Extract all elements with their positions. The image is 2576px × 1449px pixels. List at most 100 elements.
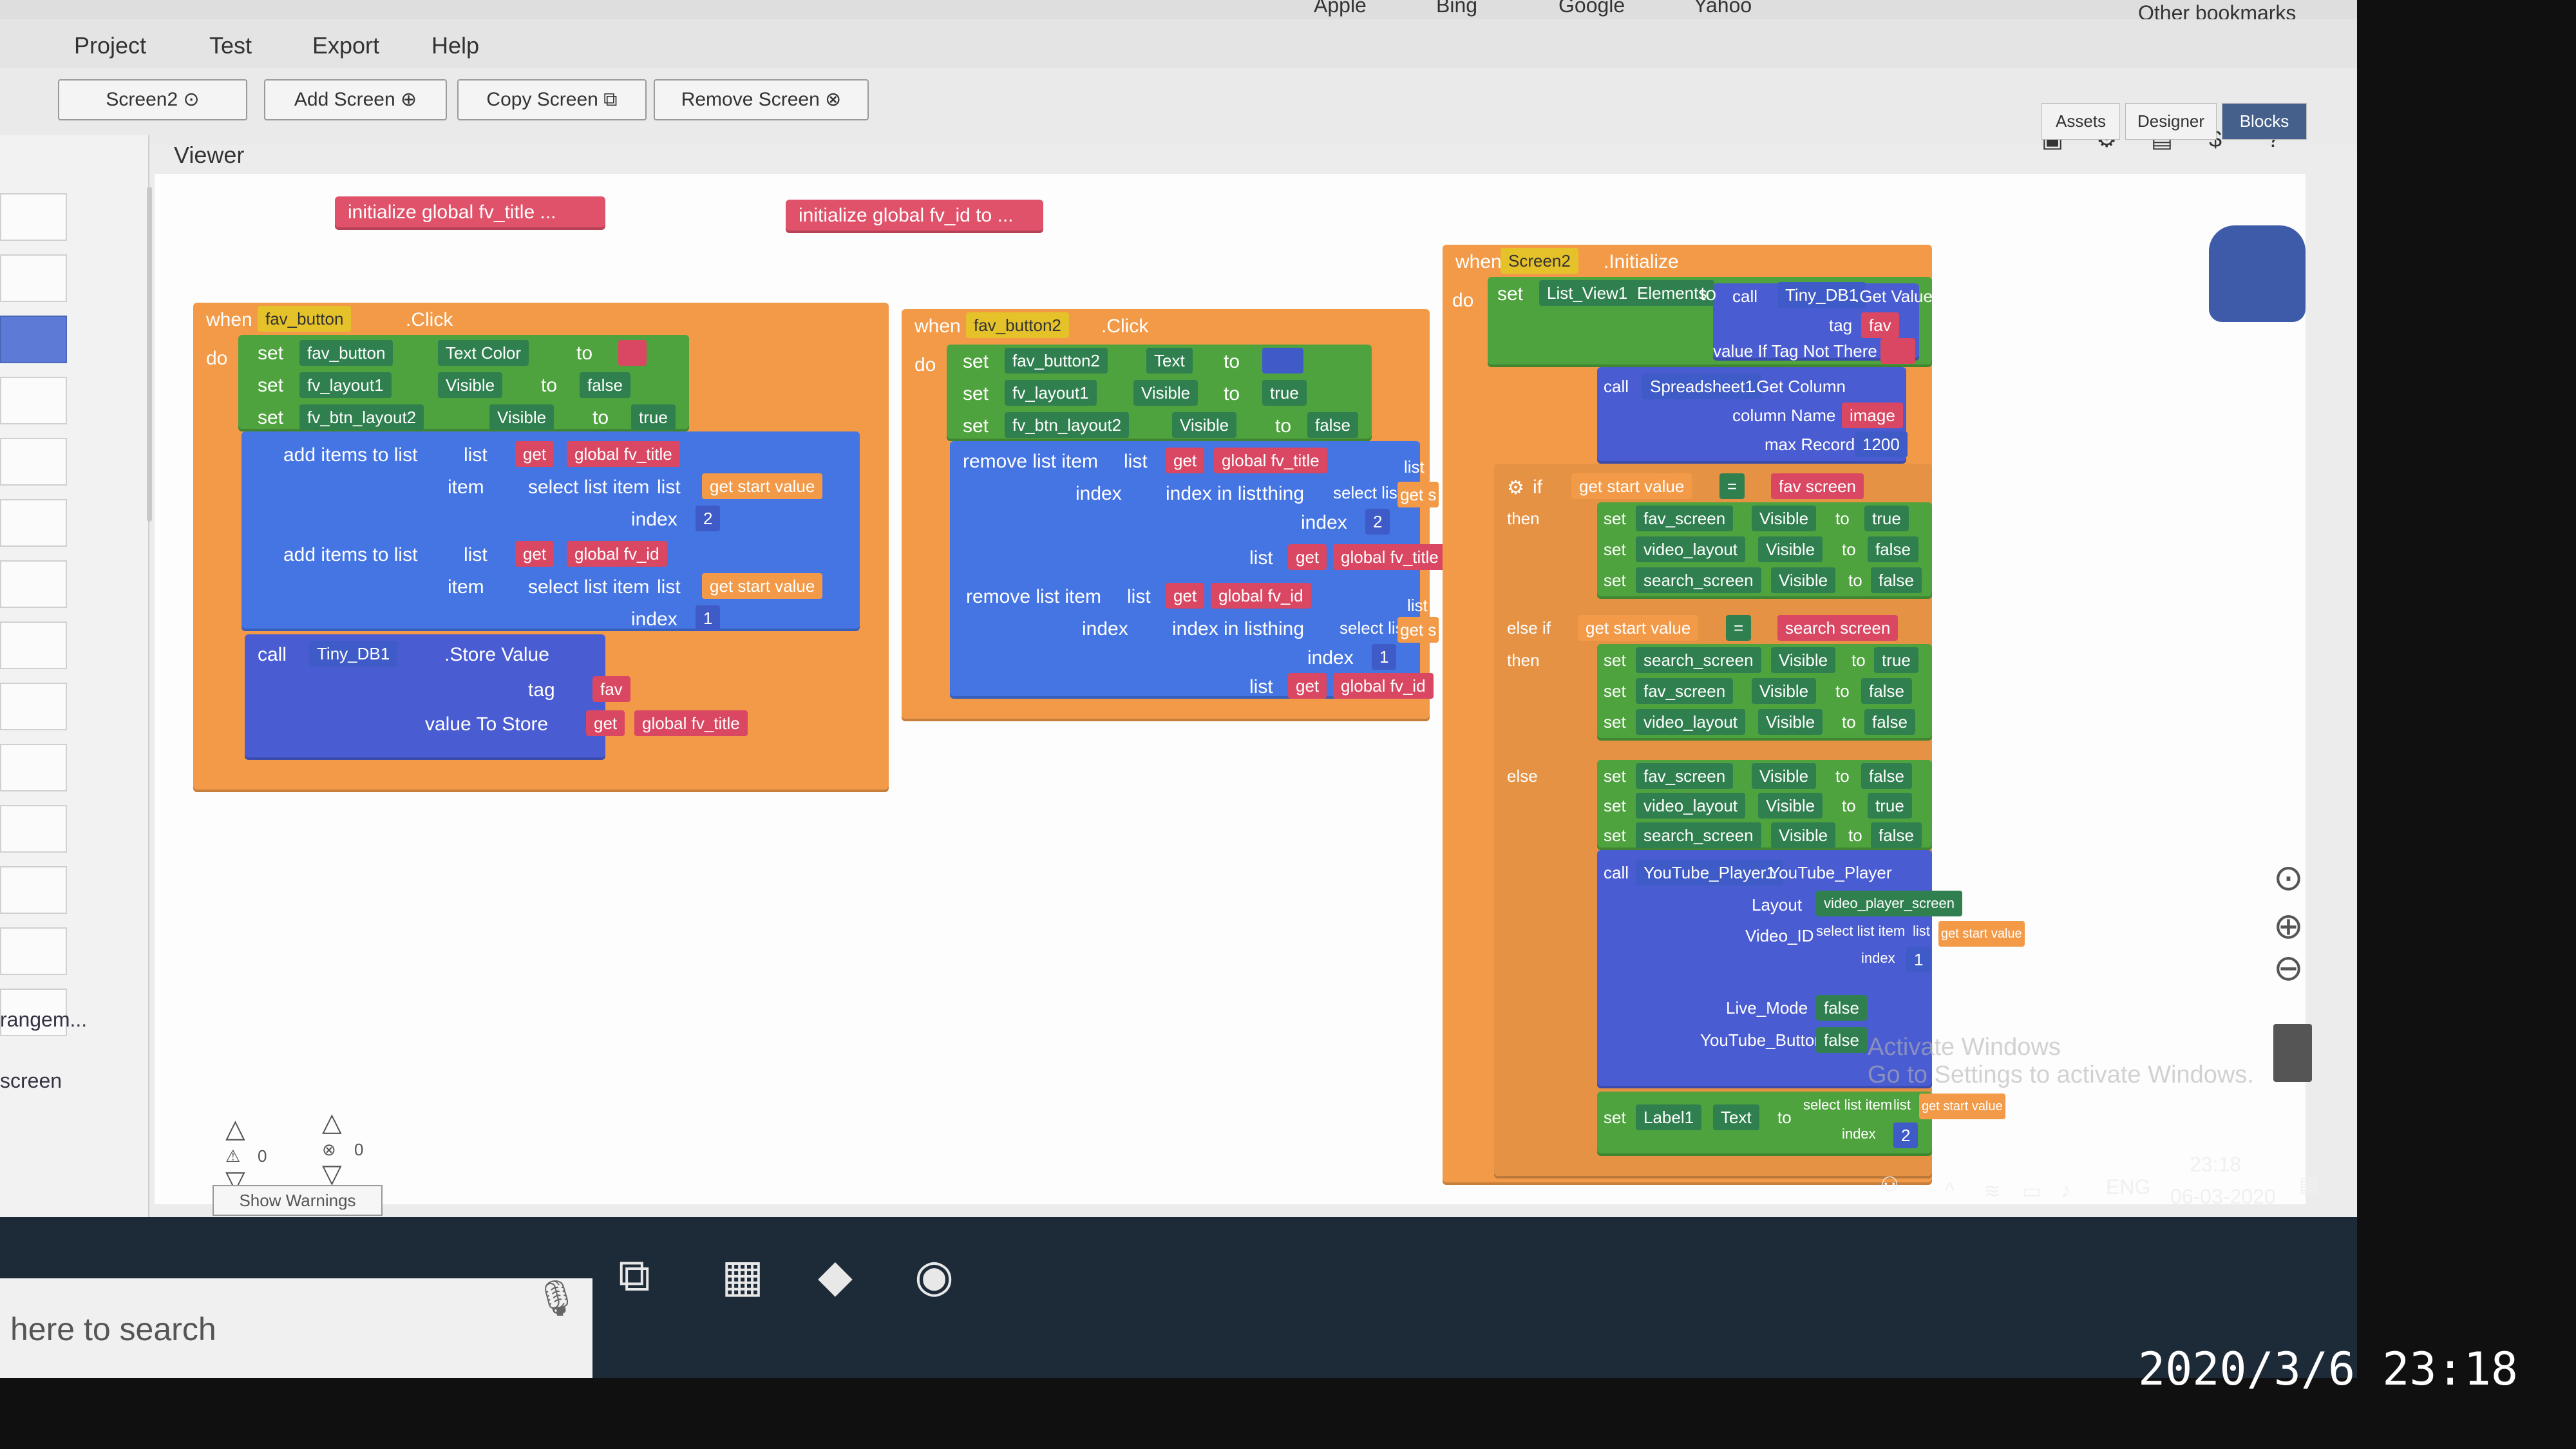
property-dropdown[interactable]: Visible bbox=[1771, 822, 1836, 848]
procedure-call[interactable]: get start value bbox=[1578, 615, 1699, 641]
zoom-in-icon[interactable]: ⊕ bbox=[2273, 905, 2304, 947]
procedure-call[interactable]: get start value bbox=[702, 573, 823, 599]
number-block[interactable]: 1 bbox=[696, 605, 721, 631]
warning-up-icon[interactable]: △ bbox=[225, 1114, 245, 1144]
drawer-item[interactable] bbox=[0, 744, 67, 791]
component-dropdown[interactable]: Spreadsheet1 bbox=[1642, 374, 1762, 399]
zoom-out-icon[interactable]: ⊖ bbox=[2273, 947, 2304, 989]
getter[interactable]: get bbox=[1166, 448, 1205, 473]
property-dropdown[interactable]: Visible bbox=[1752, 763, 1817, 789]
variable-dropdown[interactable]: global fv_title bbox=[634, 710, 748, 736]
component-dropdown[interactable]: fav_button bbox=[258, 306, 352, 332]
component-block[interactable]: video_player_screen bbox=[1816, 891, 1963, 916]
menu-project[interactable]: Project bbox=[74, 32, 146, 59]
boolean-dropdown[interactable]: false bbox=[1868, 536, 1918, 562]
calculator-icon[interactable]: ▦ bbox=[721, 1249, 764, 1302]
bookmark-bing[interactable]: Bing bbox=[1436, 0, 1477, 17]
number-block[interactable]: 2 bbox=[1893, 1122, 1918, 1148]
property-dropdown[interactable]: Visible bbox=[1133, 380, 1198, 406]
component-dropdown[interactable]: fav_screen bbox=[1636, 678, 1734, 704]
text-block[interactable] bbox=[1880, 338, 1915, 364]
boolean-dropdown[interactable]: false bbox=[1864, 709, 1915, 735]
drawer-item[interactable] bbox=[0, 193, 67, 241]
text-block[interactable]: image bbox=[1842, 402, 1903, 428]
property-dropdown[interactable]: Visible bbox=[438, 372, 503, 398]
microphone-icon[interactable]: 🎙 bbox=[535, 1278, 579, 1319]
getter[interactable]: get bbox=[515, 441, 554, 467]
blocks-button[interactable]: Blocks bbox=[2222, 103, 2307, 140]
drawer-item[interactable] bbox=[0, 927, 67, 975]
procedure-call[interactable]: get start value bbox=[1919, 1094, 2005, 1119]
component-dropdown[interactable]: search_screen bbox=[1636, 567, 1761, 593]
battery-icon[interactable]: ▭ bbox=[2022, 1179, 2041, 1203]
drawer-item[interactable] bbox=[0, 683, 67, 730]
text-block[interactable]: fav screen bbox=[1771, 473, 1864, 499]
language-indicator[interactable]: ENG bbox=[2106, 1175, 2150, 1199]
boolean-dropdown[interactable]: false bbox=[1816, 995, 1867, 1021]
component-dropdown[interactable]: fav_button bbox=[299, 340, 393, 366]
boolean-dropdown[interactable]: false bbox=[1861, 763, 1912, 789]
variable-dropdown[interactable]: global fv_id bbox=[1333, 673, 1434, 699]
getter[interactable]: get bbox=[1166, 583, 1205, 609]
component-dropdown[interactable]: Screen2 bbox=[1501, 248, 1578, 274]
component-dropdown[interactable]: video_layout bbox=[1636, 709, 1745, 735]
property-dropdown[interactable]: Text bbox=[1146, 348, 1193, 374]
drawer-scrollbar[interactable] bbox=[147, 187, 152, 522]
drawer-item[interactable] bbox=[0, 621, 67, 669]
procedure-call[interactable]: get start value bbox=[1938, 921, 2025, 947]
menu-export[interactable]: Export bbox=[312, 32, 379, 59]
component-dropdown[interactable]: fav_button2 bbox=[966, 312, 1069, 338]
procedure-call[interactable]: get start value bbox=[1571, 473, 1692, 499]
property-dropdown[interactable]: Visible bbox=[1771, 567, 1836, 593]
component-dropdown[interactable]: video_layout bbox=[1636, 793, 1745, 819]
menu-help[interactable]: Help bbox=[431, 32, 479, 59]
property-dropdown[interactable]: Visible bbox=[1752, 506, 1817, 531]
drawer-item[interactable] bbox=[0, 805, 67, 853]
app-icon[interactable]: ◆ bbox=[818, 1249, 853, 1302]
component-dropdown[interactable]: fv_layout1 bbox=[299, 372, 392, 398]
component-dropdown[interactable]: fav_screen bbox=[1636, 506, 1734, 531]
variable-dropdown[interactable]: global fv_id bbox=[1211, 583, 1311, 609]
component-dropdown[interactable]: List_View1 bbox=[1539, 280, 1636, 306]
component-dropdown[interactable]: fv_layout1 bbox=[1005, 380, 1097, 406]
designer-button[interactable]: Designer bbox=[2125, 103, 2217, 140]
screen-select-button[interactable]: Screen2 ⊙ bbox=[58, 79, 247, 120]
property-dropdown[interactable]: Visible bbox=[1771, 647, 1836, 673]
boolean-dropdown[interactable]: false bbox=[580, 372, 630, 398]
blocks-workspace[interactable]: initialize global fv_title ... initializ… bbox=[155, 174, 2312, 1204]
remove-screen-button[interactable]: Remove Screen ⊗ bbox=[654, 79, 869, 120]
gear-icon[interactable]: ⚙ bbox=[1507, 477, 1524, 499]
global-fv-title-block[interactable]: initialize global fv_title ... bbox=[335, 196, 605, 230]
component-dropdown[interactable]: search_screen bbox=[1636, 647, 1761, 673]
property-dropdown[interactable]: Text bbox=[1713, 1104, 1759, 1130]
component-dropdown[interactable]: fv_btn_layout2 bbox=[299, 404, 424, 430]
getter[interactable]: get bbox=[1288, 673, 1327, 699]
variable-dropdown[interactable]: global fv_title bbox=[1214, 448, 1327, 473]
trash-icon[interactable] bbox=[2273, 1024, 2312, 1082]
drawer-item[interactable] bbox=[0, 254, 67, 302]
bookmark-apple[interactable]: Apple bbox=[1314, 0, 1367, 17]
property-dropdown[interactable]: Visible bbox=[1758, 709, 1823, 735]
clock-time[interactable]: 23:18 bbox=[2190, 1153, 2241, 1177]
component-dropdown[interactable]: video_layout bbox=[1636, 536, 1745, 562]
getter[interactable]: get bbox=[586, 710, 625, 736]
boolean-dropdown[interactable]: true bbox=[1262, 380, 1307, 406]
compare-operator[interactable]: = bbox=[1726, 615, 1752, 641]
text-block[interactable]: search screen bbox=[1777, 615, 1899, 641]
number-block[interactable]: 2 bbox=[1365, 509, 1390, 535]
number-block[interactable]: 1 bbox=[1906, 947, 1931, 972]
text-block[interactable]: fav bbox=[592, 676, 630, 702]
boolean-dropdown[interactable]: true bbox=[631, 404, 676, 430]
taskbar-search[interactable]: here to search bbox=[0, 1278, 592, 1378]
boolean-dropdown[interactable]: true bbox=[1874, 647, 1918, 673]
boolean-dropdown[interactable]: false bbox=[1307, 412, 1358, 438]
variable-dropdown[interactable]: global fv_id bbox=[567, 541, 667, 567]
boolean-dropdown[interactable]: false bbox=[1871, 822, 1922, 848]
property-dropdown[interactable]: Visible bbox=[1758, 793, 1823, 819]
copy-screen-button[interactable]: Copy Screen ⧉ bbox=[457, 79, 647, 120]
global-fv-id-block[interactable]: initialize global fv_id to ... bbox=[786, 200, 1043, 233]
boolean-dropdown[interactable]: false bbox=[1871, 567, 1922, 593]
component-dropdown[interactable]: Label1 bbox=[1636, 1104, 1702, 1130]
drawer-label[interactable]: screen bbox=[0, 1069, 62, 1093]
recenter-icon[interactable]: ⊙ bbox=[2273, 857, 2304, 899]
